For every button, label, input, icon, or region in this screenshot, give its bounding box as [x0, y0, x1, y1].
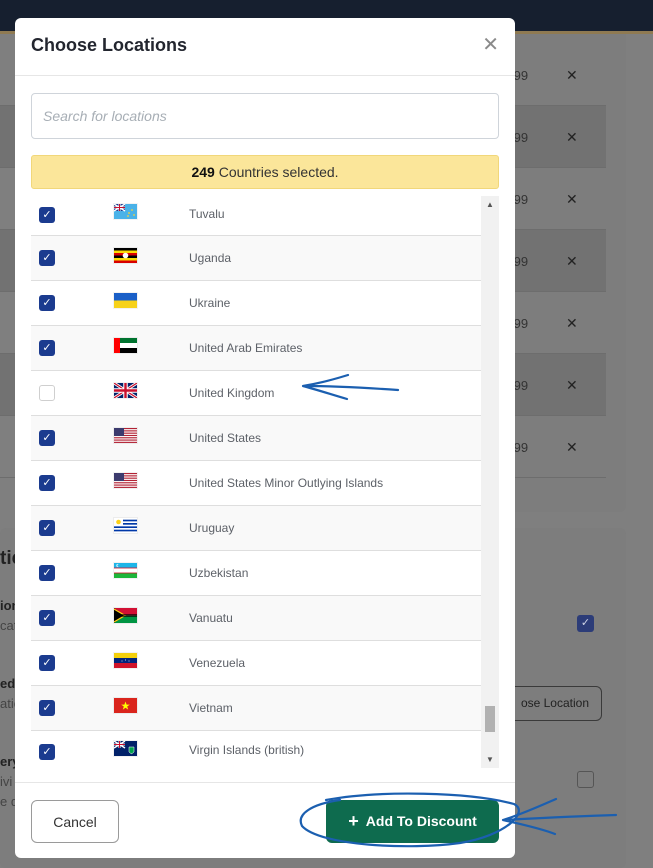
bvi-flag-icon	[114, 741, 137, 756]
country-checkbox-checked[interactable]: ✓	[39, 700, 55, 716]
background-checkbox-checked[interactable]: ✓	[577, 615, 594, 632]
country-name: Virgin Islands (british)	[189, 743, 305, 757]
country-row[interactable]: ✓ Vanuatu	[31, 596, 481, 641]
vietnam-flag-icon	[114, 698, 137, 713]
scroll-up-arrow-icon[interactable]: ▲	[481, 196, 499, 213]
modal-header: Choose Locations ✕	[15, 18, 515, 76]
country-row[interactable]: ✓ Virgin Islands (british)	[31, 731, 481, 768]
plus-icon: +	[348, 811, 359, 831]
country-row[interactable]: ✓ Uzbekistan	[31, 551, 481, 596]
search-input[interactable]	[31, 93, 499, 139]
scrollbar[interactable]: ▲ ▼	[481, 196, 499, 768]
selected-text: Countries selected.	[214, 164, 339, 180]
country-name: United Kingdom	[189, 386, 275, 400]
add-to-discount-label: Add To Discount	[365, 813, 477, 829]
venezuela-flag-icon	[114, 653, 137, 668]
country-name: Tuvalu	[189, 207, 225, 221]
remove-x-icon[interactable]: ✕	[566, 191, 578, 208]
country-checkbox-checked[interactable]: ✓	[39, 250, 55, 266]
background-label-fragment: ed	[0, 676, 16, 691]
remove-x-icon[interactable]: ✕	[566, 67, 578, 84]
background-checkbox-unchecked[interactable]	[577, 771, 594, 788]
country-name: Vanuatu	[189, 611, 233, 625]
country-checkbox-checked[interactable]: ✓	[39, 475, 55, 491]
add-to-discount-button[interactable]: + Add To Discount	[326, 800, 499, 843]
selection-notice: 249 Countries selected.	[31, 155, 499, 189]
remove-x-icon[interactable]: ✕	[566, 315, 578, 332]
scrollbar-thumb[interactable]	[485, 706, 495, 732]
country-name: Ukraine	[189, 296, 231, 310]
choose-locations-modal: Choose Locations ✕ 249 Countries selecte…	[15, 18, 515, 858]
uganda-flag-icon	[114, 248, 137, 263]
cancel-button[interactable]: Cancel	[31, 800, 119, 843]
uae-flag-icon	[114, 338, 137, 353]
us-flag-icon	[114, 473, 137, 488]
country-row[interactable]: ✓ United Kingdom	[31, 371, 481, 416]
country-name: Venezuela	[189, 656, 246, 670]
remove-x-icon[interactable]: ✕	[566, 439, 578, 456]
country-row[interactable]: ✓ Ukraine	[31, 281, 481, 326]
country-checkbox-checked[interactable]: ✓	[39, 610, 55, 626]
remove-x-icon[interactable]: ✕	[566, 129, 578, 146]
country-row[interactable]: ✓ Uruguay	[31, 506, 481, 551]
country-name: Uzbekistan	[189, 566, 249, 580]
country-name: United States Minor Outlying Islands	[189, 476, 384, 490]
country-checkbox-checked[interactable]: ✓	[39, 565, 55, 581]
background-text-fragment: ivi	[0, 774, 13, 789]
country-name: United States	[189, 431, 262, 445]
country-checkbox-checked[interactable]: ✓	[39, 655, 55, 671]
modal-footer: Cancel + Add To Discount	[15, 782, 515, 858]
selected-count: 249	[191, 164, 215, 180]
scroll-down-arrow-icon[interactable]: ▼	[481, 751, 499, 768]
ukraine-flag-icon	[114, 293, 137, 308]
remove-x-icon[interactable]: ✕	[566, 253, 578, 270]
country-row[interactable]: ✓ United States Minor Outlying Islands	[31, 461, 481, 506]
country-row[interactable]: ✓ Tuvalu	[31, 196, 481, 236]
country-name: Uruguay	[189, 521, 235, 535]
country-name: Uganda	[189, 251, 232, 265]
country-name: Vietnam	[189, 701, 233, 715]
close-icon[interactable]: ✕	[482, 34, 499, 56]
remove-x-icon[interactable]: ✕	[566, 377, 578, 394]
country-checkbox-checked[interactable]: ✓	[39, 520, 55, 536]
country-checkbox-unchecked[interactable]: ✓	[39, 385, 55, 401]
uzbekistan-flag-icon	[114, 563, 137, 578]
vanuatu-flag-icon	[114, 608, 137, 623]
uk-flag-icon	[114, 383, 137, 398]
uruguay-flag-icon	[114, 518, 137, 533]
country-checkbox-checked[interactable]: ✓	[39, 430, 55, 446]
country-checkbox-checked[interactable]: ✓	[39, 207, 55, 223]
country-checkbox-checked[interactable]: ✓	[39, 744, 55, 760]
modal-title: Choose Locations	[31, 35, 188, 55]
tuvalu-flag-icon	[114, 204, 137, 219]
country-row[interactable]: ✓ United Arab Emirates	[31, 326, 481, 371]
country-checkbox-checked[interactable]: ✓	[39, 295, 55, 311]
country-list: ✓ Tuvalu ✓ Uganda ✓ Ukraine ✓ United Arab Emira…	[31, 196, 499, 768]
country-row[interactable]: ✓ Venezuela	[31, 641, 481, 686]
country-checkbox-checked[interactable]: ✓	[39, 340, 55, 356]
country-row[interactable]: ✓ United States	[31, 416, 481, 461]
us-flag-icon	[114, 428, 137, 443]
country-name: United Arab Emirates	[189, 341, 303, 355]
country-row[interactable]: ✓ Uganda	[31, 236, 481, 281]
country-row[interactable]: ✓ Vietnam	[31, 686, 481, 731]
